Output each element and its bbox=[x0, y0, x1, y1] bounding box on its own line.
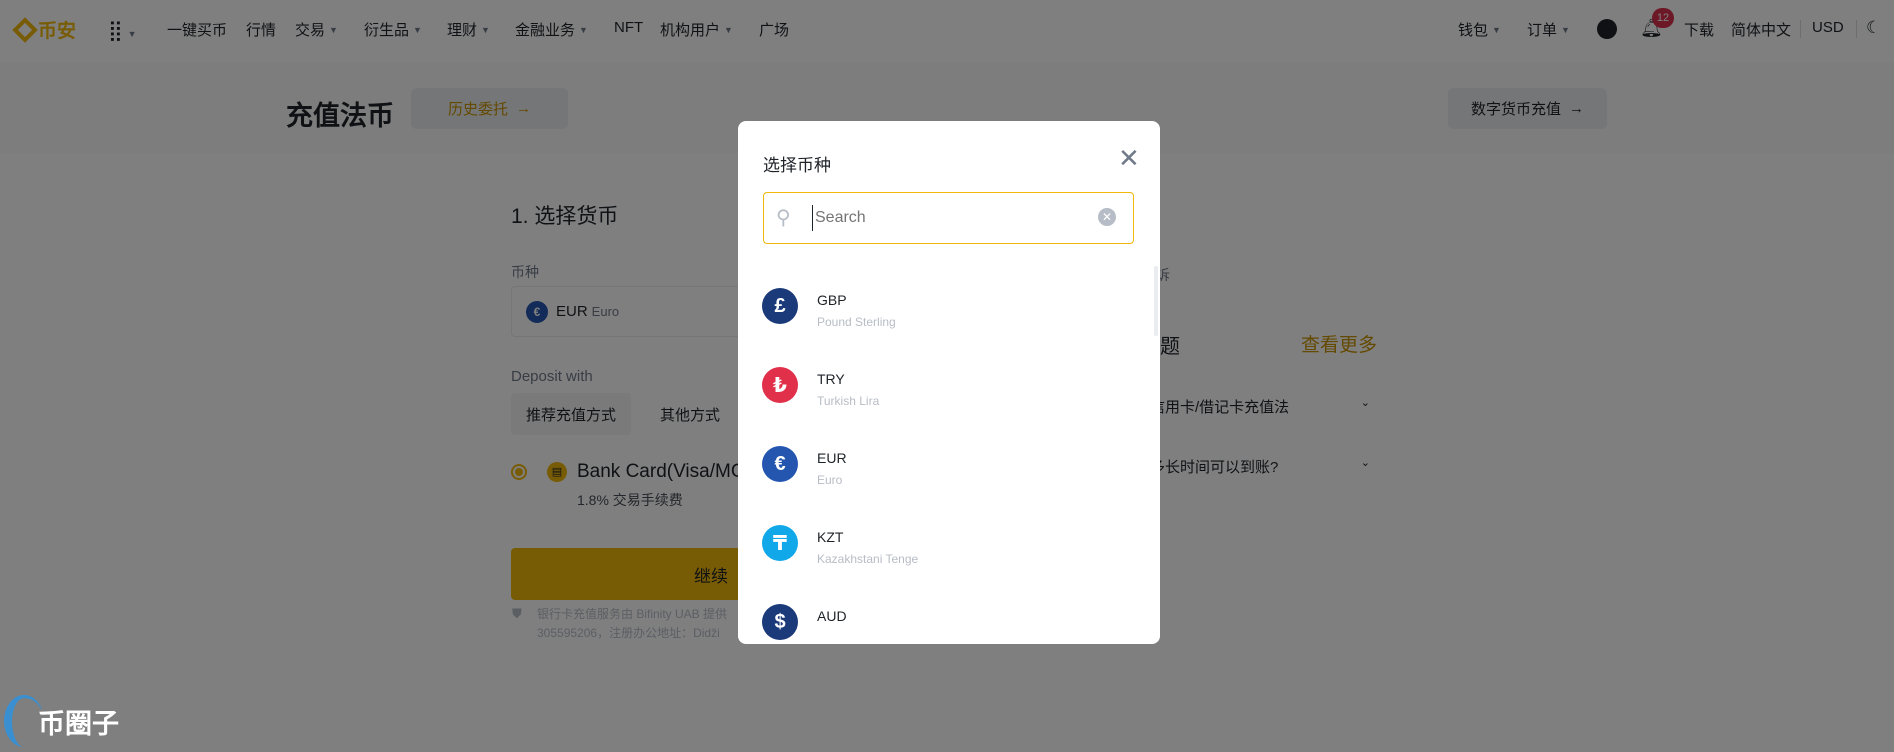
currency-list-item[interactable]: £ GBP Pound Sterling bbox=[762, 288, 1122, 348]
modal-title: 选择币种 bbox=[763, 156, 831, 175]
select-currency-modal: 选择币种 ✕ ⚲ ✕ £GBPPound Sterling ₺TRYTurkish… bbox=[738, 121, 1160, 644]
currency-list-item[interactable]: € EUR Euro bbox=[762, 446, 1122, 506]
currency-coin-icon: € bbox=[762, 446, 798, 482]
currency-coin-icon: $ bbox=[762, 604, 798, 640]
currency-coin-icon: ₺ bbox=[762, 367, 798, 403]
currency-list-item[interactable]: $ AUD bbox=[762, 604, 1122, 644]
search-icon: ⚲ bbox=[776, 207, 791, 229]
list-scrollbar[interactable] bbox=[1154, 266, 1158, 336]
currency-coin-icon: £ bbox=[762, 288, 798, 324]
currency-list-item[interactable]: ₸ KZT Kazakhstani Tenge bbox=[762, 525, 1122, 585]
watermark-logo: 币圈子 bbox=[4, 695, 119, 747]
search-field[interactable]: ⚲ ✕ bbox=[763, 192, 1134, 244]
search-input[interactable] bbox=[812, 205, 1082, 231]
close-icon[interactable]: ✕ bbox=[1118, 143, 1140, 174]
clear-search-icon[interactable]: ✕ bbox=[1098, 208, 1116, 226]
currency-list-item[interactable]: ₺ TRY Turkish Lira bbox=[762, 367, 1122, 427]
currency-coin-icon: ₸ bbox=[762, 525, 798, 561]
